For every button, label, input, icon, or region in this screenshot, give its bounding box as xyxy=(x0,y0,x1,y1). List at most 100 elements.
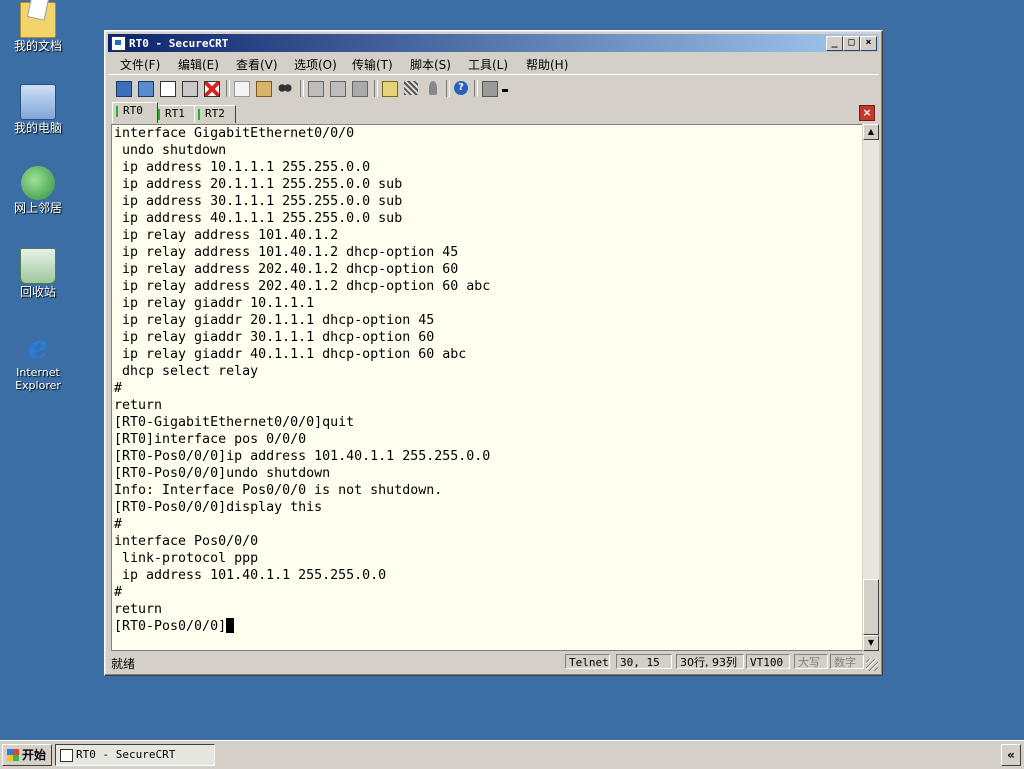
terminal-line: ip relay giaddr 20.1.1.1 dhcp-option 45 xyxy=(114,313,435,328)
menu-transfer[interactable]: 传输(T) xyxy=(352,56,393,73)
terminal-line: # xyxy=(114,381,123,396)
scroll-up-arrow-icon[interactable]: ▲ xyxy=(863,124,879,140)
terminal-line: ip relay address 202.40.1.2 dhcp-option … xyxy=(114,262,459,277)
desktop-icon-label: 我的电脑 xyxy=(13,121,62,135)
status-protocol: Telnet xyxy=(565,654,610,669)
paste-icon[interactable] xyxy=(254,79,272,97)
connect-icon[interactable] xyxy=(114,79,132,97)
menu-help[interactable]: 帮助(H) xyxy=(526,56,568,73)
terminal-line: [RT0-Pos0/0/0]undo shutdown xyxy=(114,466,331,481)
securecrt-task-icon xyxy=(60,749,73,762)
terminal-line: ip address 30.1.1.1 255.255.0.0 sub xyxy=(114,194,403,209)
taskbar: 开始 RT0 - SecureCRT « xyxy=(0,740,1024,769)
terminal-line: ip relay address 101.40.1.2 dhcp-option … xyxy=(114,245,459,260)
terminal-line: ip relay giaddr 10.1.1.1 xyxy=(114,296,315,311)
status-cursor-position: 30, 15 xyxy=(616,654,672,669)
tray-expand-button[interactable]: « xyxy=(1001,744,1021,766)
more-icon[interactable] xyxy=(500,79,510,97)
terminal-cursor xyxy=(226,618,235,633)
tab-rt2[interactable]: RT2 xyxy=(194,105,236,123)
internet-explorer-icon: e xyxy=(27,328,49,366)
sftp-icon[interactable] xyxy=(480,79,498,97)
securecrt-app-icon[interactable] xyxy=(111,36,126,51)
connect-tab-icon[interactable] xyxy=(158,79,176,97)
terminal-output[interactable]: interface GigabitEthernet0/0/0 undo shut… xyxy=(111,124,863,651)
terminal-line: link-protocol ppp xyxy=(114,551,259,566)
terminal-line: interface Pos0/0/0 xyxy=(114,534,259,549)
menu-tools[interactable]: 工具(L) xyxy=(468,56,508,73)
terminal-line: ip address 101.40.1.1 255.255.0.0 xyxy=(114,568,387,583)
network-places-icon xyxy=(21,166,55,200)
minimize-button[interactable]: _ xyxy=(826,36,843,51)
session-options-icon[interactable] xyxy=(380,79,398,97)
status-terminal-size: 30行, 93列 xyxy=(676,654,744,669)
tab-close-icon[interactable]: × xyxy=(859,105,875,121)
start-button[interactable]: 开始 xyxy=(2,744,52,766)
tab-rt0[interactable]: RT0 xyxy=(112,102,158,123)
global-options-icon[interactable] xyxy=(402,79,420,97)
find-icon[interactable] xyxy=(276,79,294,97)
maximize-button[interactable]: □ xyxy=(843,36,860,51)
desktop-icon-label: 网上邻居 xyxy=(13,201,62,215)
desktop-icon-internet-explorer[interactable]: e Internet Explorer xyxy=(4,330,72,392)
status-ready-text: 就绪 xyxy=(111,657,136,671)
status-bar: 就绪 Telnet 30, 15 30行, 93列 VT100 大写 数字 xyxy=(108,652,879,672)
desktop-icon-label: 我的文档 xyxy=(13,39,62,53)
quick-connect-icon[interactable] xyxy=(136,79,154,97)
terminal-line: # xyxy=(114,585,123,600)
close-button[interactable]: × xyxy=(860,36,877,51)
desktop-icon-my-computer[interactable]: 我的电脑 xyxy=(4,84,72,135)
terminal-line: ip relay giaddr 30.1.1.1 dhcp-option 60 xyxy=(114,330,435,345)
terminal-line: dhcp select relay xyxy=(114,364,259,379)
session-tabs: RT0 RT1 RT2 × xyxy=(108,102,879,123)
window-title: RT0 - SecureCRT xyxy=(129,37,229,50)
terminal-line: ip address 10.1.1.1 255.255.0.0 xyxy=(114,160,371,175)
menu-options[interactable]: 选项(O) xyxy=(294,56,337,73)
desktop-icon-label-line2: Explorer xyxy=(15,379,61,392)
tab-rt1[interactable]: RT1 xyxy=(154,105,196,123)
terminal-line: ip relay giaddr 40.1.1.1 dhcp-option 60 … xyxy=(114,347,467,362)
help-icon[interactable]: ? xyxy=(452,79,470,97)
menu-script[interactable]: 脚本(S) xyxy=(410,56,451,73)
terminal-line: undo shutdown xyxy=(114,143,227,158)
resize-grip-icon[interactable] xyxy=(866,659,878,671)
reconnect-icon[interactable] xyxy=(180,79,198,97)
status-caps-lock: 大写 xyxy=(794,654,828,669)
taskbar-item-securecrt[interactable]: RT0 - SecureCRT xyxy=(55,744,215,766)
desktop-icon-label: 回收站 xyxy=(19,285,56,299)
disconnect-icon[interactable] xyxy=(202,79,220,97)
terminal-line: [RT0-GigabitEthernet0/0/0]quit xyxy=(114,415,355,430)
terminal-line: [RT0]interface pos 0/0/0 xyxy=(114,432,307,447)
scroll-down-arrow-icon[interactable]: ▼ xyxy=(863,635,879,651)
copy-icon[interactable] xyxy=(232,79,250,97)
terminal-line: # xyxy=(114,517,123,532)
terminal-line: interface GigabitEthernet0/0/0 xyxy=(114,126,355,141)
terminal-line: ip relay address 101.40.1.2 xyxy=(114,228,339,243)
desktop-icon-label-line1: Internet xyxy=(16,366,60,379)
scroll-thumb[interactable] xyxy=(863,579,879,635)
status-emulation: VT100 xyxy=(746,654,790,669)
print-selection-icon[interactable] xyxy=(350,79,368,97)
my-computer-icon xyxy=(20,84,56,120)
status-num-lock: 数字 xyxy=(830,654,864,669)
keymap-icon[interactable] xyxy=(424,79,442,97)
title-bar[interactable]: RT0 - SecureCRT _ □ × xyxy=(108,34,879,52)
terminal-line: [RT0-Pos0/0/0]ip address 101.40.1.1 255.… xyxy=(114,449,491,464)
terminal-line: return xyxy=(114,602,163,617)
print-setup-icon[interactable] xyxy=(328,79,346,97)
my-documents-icon xyxy=(20,2,56,38)
vertical-scrollbar[interactable]: ▲ ▼ xyxy=(862,124,879,651)
desktop-icon-recycle-bin[interactable]: 回收站 xyxy=(4,248,72,299)
start-label: 开始 xyxy=(22,748,47,762)
terminal-line: return xyxy=(114,398,163,413)
menu-edit[interactable]: 编辑(E) xyxy=(178,56,219,73)
toolbar: ? xyxy=(108,74,879,103)
windows-logo-icon xyxy=(7,749,19,761)
desktop-icon-network-places[interactable]: 网上邻居 xyxy=(4,166,72,215)
desktop-icon-my-documents[interactable]: 我的文档 xyxy=(4,2,72,53)
menu-bar: 文件(F) 编辑(E) 查看(V) 选项(O) 传输(T) 脚本(S) 工具(L… xyxy=(108,53,879,73)
print-icon[interactable] xyxy=(306,79,324,97)
menu-file[interactable]: 文件(F) xyxy=(120,56,160,73)
menu-view[interactable]: 查看(V) xyxy=(236,56,278,73)
terminal-line: ip address 20.1.1.1 255.255.0.0 sub xyxy=(114,177,403,192)
